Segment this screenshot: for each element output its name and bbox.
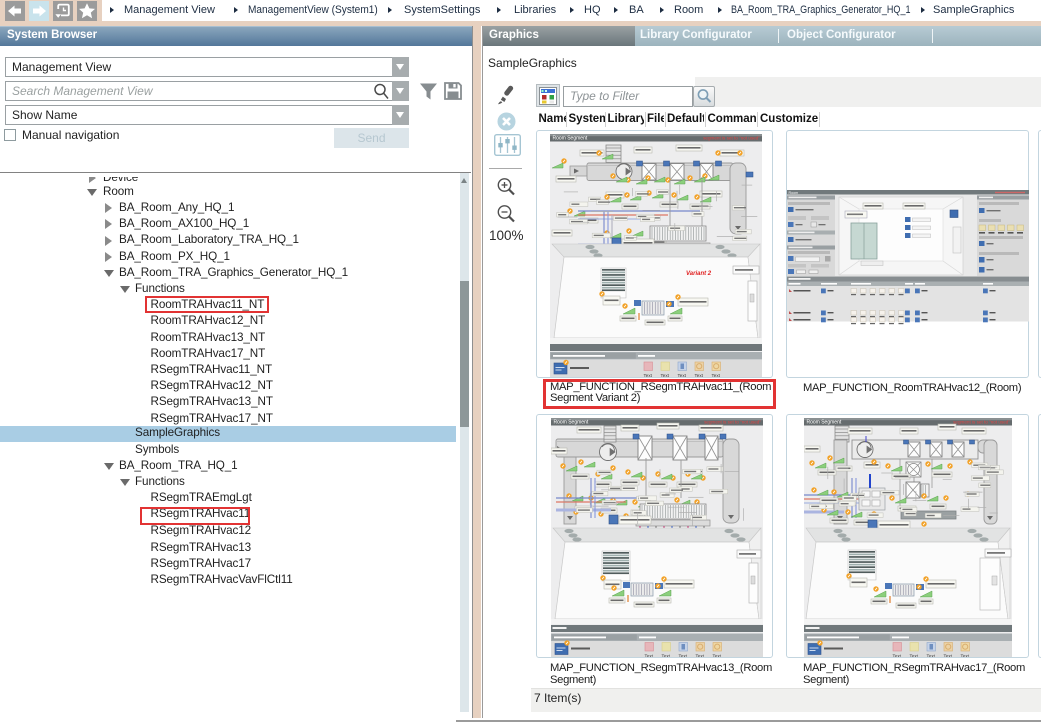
svg-text:Room: Room [788, 191, 798, 195]
svg-text:Text: Text [695, 373, 704, 377]
svg-text:Variant 2: Variant 2 [686, 271, 712, 277]
svg-text:Text: Text [712, 373, 721, 377]
svg-text:segment is set to "not used": segment is set to "not used" [704, 419, 761, 424]
svg-text:Text: Text [644, 373, 653, 377]
svg-text:Room Segment: Room Segment [553, 419, 588, 425]
svg-text:Text: Text [927, 653, 936, 656]
svg-text:Text: Text [944, 653, 953, 656]
svg-text:Text: Text [644, 653, 653, 656]
svg-text:Text: Text [695, 653, 704, 656]
svg-text:Room Segment: Room Segment [553, 136, 588, 142]
svg-text:Room Segment: Room Segment [807, 419, 842, 425]
svg-text:Text: Text [678, 653, 687, 656]
svg-text:Text: Text [712, 653, 721, 656]
svg-text:Text: Text [893, 653, 902, 656]
svg-text:Text: Text [678, 373, 687, 377]
svg-text:Text: Text [661, 653, 670, 656]
svg-text:Text: Text [661, 373, 670, 377]
svg-text:segment is set to "not used": segment is set to "not used" [953, 419, 1010, 424]
svg-text:segment is set to "not used": segment is set to "not used" [703, 135, 760, 140]
svg-text:Text: Text [910, 653, 919, 656]
svg-text:Text: Text [961, 653, 970, 656]
